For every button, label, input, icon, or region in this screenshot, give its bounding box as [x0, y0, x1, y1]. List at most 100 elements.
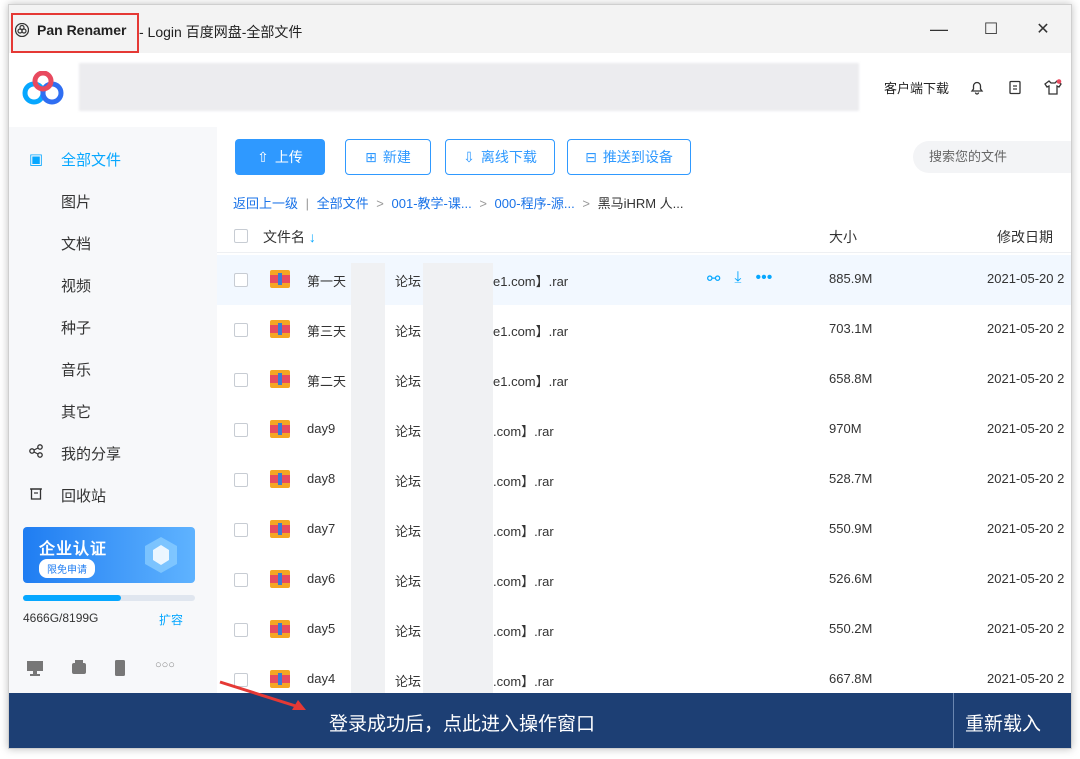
bottom-divider — [953, 693, 954, 748]
privacy-mask — [351, 263, 385, 699]
sidebar-item-documents[interactable]: 文档 — [61, 233, 91, 254]
shirt-skin-icon[interactable] — [1043, 77, 1063, 97]
file-size: 550.2M — [829, 621, 873, 636]
file-date: 2021-05-20 2 — [987, 571, 1065, 586]
row-checkbox[interactable] — [234, 523, 248, 537]
login-status-bar[interactable]: 登录成功后，点此进入操作窗口 重新载入 — [9, 693, 1071, 748]
rar-archive-icon — [270, 620, 290, 638]
device-row: ○○○ — [25, 659, 175, 680]
file-date: 2021-05-20 2 — [987, 621, 1065, 636]
quota-progress-fill — [23, 595, 121, 601]
bell-icon[interactable] — [967, 77, 987, 97]
table-row[interactable]: 第二天 论坛 e1.com】.rar 658.8M 2021-05-20 2 — [217, 355, 1071, 405]
search-input[interactable]: 搜索您的文件 — [913, 141, 1071, 173]
more-devices-icon[interactable]: ○○○ — [155, 659, 175, 680]
sidebar-item-images[interactable]: 图片 — [61, 191, 91, 212]
sort-down-icon: ↓ — [308, 229, 316, 245]
reload-button[interactable]: 重新载入 — [965, 709, 1041, 736]
enterprise-title: 企业认证 — [39, 541, 108, 558]
file-name[interactable]: 第一天 — [307, 271, 346, 290]
enterprise-apply-button[interactable]: 限免申请 — [39, 559, 95, 578]
desktop-icon[interactable] — [25, 659, 45, 680]
rar-archive-icon — [270, 320, 290, 338]
sidebar-item-torrents[interactable]: 种子 — [61, 317, 91, 338]
breadcrumb: 返回上一级 | 全部文件 > 001-教学-课... > 000-程序-源...… — [233, 193, 684, 212]
file-name[interactable]: day9 — [307, 421, 335, 436]
file-name-suffix: .com】.rar — [493, 674, 554, 689]
breadcrumb-item[interactable]: 全部文件 — [317, 196, 369, 211]
breadcrumb-separator: > — [479, 196, 487, 211]
column-header-name[interactable]: 文件名 ↓ — [263, 227, 316, 247]
sidebar-item-my-share[interactable]: 我的分享 — [9, 433, 217, 473]
all-files-icon: ▣ — [28, 151, 44, 168]
row-checkbox[interactable] — [234, 573, 248, 587]
breadcrumb-item[interactable]: 000-程序-源... — [495, 196, 575, 211]
select-all-checkbox[interactable] — [234, 229, 248, 243]
file-name-suffix: .com】.rar — [493, 624, 554, 639]
row-checkbox[interactable] — [234, 373, 248, 387]
row-checkbox[interactable] — [234, 623, 248, 637]
file-name-fragment: 论坛 — [395, 274, 422, 289]
window-title: - Login 百度网盘-全部文件 — [139, 24, 303, 40]
column-header-date[interactable]: 修改日期 — [997, 227, 1053, 247]
file-name[interactable]: day6 — [307, 571, 335, 586]
offline-download-button[interactable]: ⇩ 离线下载 — [445, 139, 555, 175]
row-checkbox[interactable] — [234, 423, 248, 437]
new-folder-icon: ⊞ — [365, 148, 377, 165]
phone-icon[interactable] — [113, 659, 127, 680]
breadcrumb-back-link[interactable]: 返回上一级 — [233, 196, 298, 211]
android-icon[interactable] — [69, 659, 89, 680]
row-checkbox[interactable] — [234, 473, 248, 487]
download-icon[interactable]: ⤓ — [734, 269, 741, 289]
more-icon[interactable]: ••• — [755, 269, 772, 289]
table-row[interactable]: day7 论坛 v .com】.rar 550.9M 2021-05-20 2 — [217, 505, 1071, 555]
breadcrumb-item[interactable]: 001-教学-课... — [392, 196, 472, 211]
file-name-suffix: .com】.rar — [493, 574, 554, 589]
file-name-suffix: .com】.rar — [493, 524, 554, 539]
breadcrumb-divider: | — [305, 196, 310, 211]
download-icon: ⇩ — [463, 148, 475, 165]
app-header: 客户端下载 — [9, 53, 1071, 127]
table-row[interactable]: 第三天 论坛 e1.com】.rar 703.1M 2021-05-20 2 — [217, 305, 1071, 355]
expand-storage-link[interactable]: 扩容 — [159, 611, 183, 628]
sidebar-item-recycle-bin[interactable]: 回收站 — [9, 475, 217, 515]
file-name-suffix: .com】.rar — [493, 424, 554, 439]
device-push-icon: ⊟ — [585, 148, 597, 165]
client-download-link[interactable]: 客户端下载 — [884, 78, 949, 97]
table-row[interactable]: day9 论坛 v .com】.rar 970M 2021-05-20 2 — [217, 405, 1071, 455]
enterprise-banner[interactable]: 企业认证 限免申请 — [23, 527, 195, 583]
upload-button-label: 上传 — [274, 149, 303, 165]
sidebar-item-videos[interactable]: 视频 — [61, 275, 91, 296]
row-checkbox[interactable] — [234, 323, 248, 337]
table-row[interactable]: 第一天 论坛 e1.com】.rar ⚯ ⤓ ••• 885.9M 2021-05-20 2 — [217, 255, 1071, 305]
minimize-button[interactable]: — — [915, 11, 963, 47]
table-row[interactable]: day6 论坛 v .com】.rar 526.6M 2021-05-20 2 — [217, 555, 1071, 605]
file-name[interactable]: day7 — [307, 521, 335, 536]
row-checkbox[interactable] — [234, 273, 248, 287]
sidebar-item-other[interactable]: 其它 — [61, 401, 91, 422]
upload-button[interactable]: ⇧ 上传 — [235, 139, 325, 175]
table-row[interactable]: day8 论坛 v .com】.rar 528.7M 2021-05-20 2 — [217, 455, 1071, 505]
file-size: 528.7M — [829, 471, 873, 486]
sidebar-item-all-files[interactable]: ▣ 全部文件 — [9, 139, 217, 179]
file-name[interactable]: day5 — [307, 621, 335, 636]
clipboard-icon[interactable] — [1005, 77, 1025, 97]
file-size: 526.6M — [829, 571, 873, 586]
rar-archive-icon — [270, 420, 290, 438]
column-header-size[interactable]: 大小 — [829, 227, 857, 247]
table-row[interactable]: day5 论坛 v .com】.rar 550.2M 2021-05-20 2 — [217, 605, 1071, 655]
file-date: 2021-05-20 2 — [987, 521, 1065, 536]
main-content: ⇧ 上传 ⊞ 新建 ⇩ 离线下载 ⊟ 推送到设备 搜索您的文件 返回上一级 | … — [217, 127, 1071, 699]
maximize-button[interactable]: ☐ — [967, 11, 1015, 47]
privacy-mask — [423, 263, 493, 699]
file-size: 550.9M — [829, 521, 873, 536]
file-name[interactable]: 第二天 — [307, 371, 346, 390]
file-name[interactable]: day8 — [307, 471, 335, 486]
new-button[interactable]: ⊞ 新建 — [345, 139, 431, 175]
push-to-device-button[interactable]: ⊟ 推送到设备 — [567, 139, 691, 175]
share-icon[interactable]: ⚯ — [707, 269, 720, 289]
sidebar-item-music[interactable]: 音乐 — [61, 359, 91, 380]
enter-operation-window-link[interactable]: 登录成功后，点此进入操作窗口 — [329, 709, 595, 736]
close-button[interactable]: ✕ — [1019, 11, 1067, 47]
file-name[interactable]: 第三天 — [307, 321, 346, 340]
